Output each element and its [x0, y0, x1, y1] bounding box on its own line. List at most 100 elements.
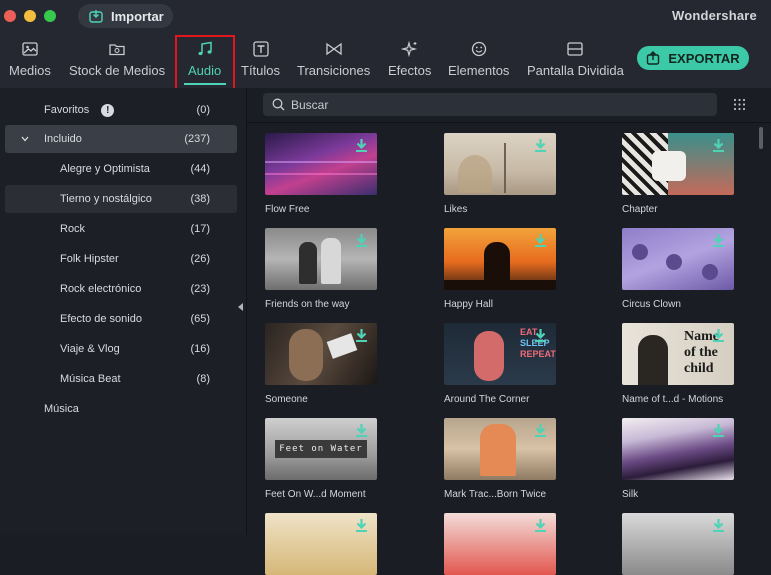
sidebar-item-folk-hipster[interactable]: Folk Hipster (26) [5, 245, 237, 273]
sidebar-item-tierno-y-nostalgico[interactable]: Tierno y nostálgico (38) [5, 185, 237, 213]
sidebar-item-rock-electronico[interactable]: Rock electrónico (23) [5, 275, 237, 303]
tab-label: Transiciones [297, 63, 371, 78]
download-icon[interactable] [356, 234, 367, 247]
sidebar-item-count: (16) [190, 343, 210, 355]
track-card-likes[interactable]: Likes [444, 133, 556, 215]
grid-view-icon[interactable] [733, 98, 746, 111]
download-icon[interactable] [713, 329, 724, 342]
sidebar-item-incluido[interactable]: Incluido (237) [5, 125, 237, 153]
tab-label: Efectos [388, 63, 432, 78]
track-thumbnail [622, 133, 734, 195]
download-icon[interactable] [535, 329, 546, 342]
download-icon[interactable] [535, 234, 546, 247]
download-icon[interactable] [713, 234, 724, 247]
track-thumbnail [444, 418, 556, 480]
download-icon[interactable] [535, 519, 546, 532]
export-button[interactable]: EXPORTAR [637, 46, 749, 70]
track-thumbnail: Feet on Water [265, 418, 377, 480]
tab-elementos[interactable]: Elementos [448, 40, 509, 78]
category-sidebar: Favoritos ! (0) Incluido (237) Alegre y … [0, 88, 247, 535]
track-card-silk[interactable]: Silk [622, 418, 734, 500]
track-card-circus-clown[interactable]: Circus Clown [622, 228, 734, 310]
sidebar-item-viaje-vlog[interactable]: Viaje & Vlog (16) [5, 335, 237, 363]
download-icon[interactable] [713, 424, 724, 437]
track-card[interactable] [444, 513, 556, 575]
download-icon[interactable] [535, 424, 546, 437]
sidebar-item-count: (65) [190, 313, 210, 325]
sidebar-item-alegre-y-optimista[interactable]: Alegre y Optimista (44) [5, 155, 237, 183]
track-card-mark-track-born-twice[interactable]: Mark Trac...Born Twice [444, 418, 556, 500]
transition-icon [325, 42, 342, 56]
track-card-feet-on-water[interactable]: Feet on Water Feet On W...d Moment [265, 418, 377, 500]
tab-label: Títulos [241, 63, 281, 78]
download-icon[interactable] [535, 139, 546, 152]
image-icon [22, 42, 38, 56]
tab-transiciones[interactable]: Transiciones [297, 40, 370, 78]
neon-sign-text: REPEAT [520, 349, 556, 359]
track-thumbnail [622, 228, 734, 290]
sparkle-icon [400, 40, 417, 58]
title-bar: Importar Wondershare [0, 0, 771, 34]
brand-label: Wondershare [671, 8, 757, 23]
close-window-button[interactable] [4, 10, 16, 22]
track-card-around-the-corner[interactable]: EAT SLEEP REPEAT Around The Corner [444, 323, 556, 405]
search-input[interactable]: Buscar [263, 93, 717, 116]
download-icon[interactable] [356, 139, 367, 152]
chevron-down-icon [21, 136, 29, 142]
sidebar-item-label: Favoritos [44, 104, 90, 116]
export-label: EXPORTAR [668, 50, 740, 66]
tab-efectos[interactable]: Efectos [388, 40, 431, 78]
track-card-friends-on-the-way[interactable]: Friends on the way [265, 228, 377, 310]
tab-stock-de-medios[interactable]: Stock de Medios [69, 40, 165, 78]
download-icon[interactable] [356, 329, 367, 342]
minimize-window-button[interactable] [24, 10, 36, 22]
track-card-name-of-the-child[interactable]: Name of the child Name of t...d - Motion… [622, 323, 734, 405]
track-title: Circus Clown [622, 299, 681, 310]
maximize-window-button[interactable] [44, 10, 56, 22]
collapse-sidebar-arrow-icon[interactable] [238, 303, 243, 311]
download-icon[interactable] [713, 519, 724, 532]
sidebar-item-label: Tierno y nostálgico [60, 193, 152, 205]
track-title: Silk [622, 489, 639, 500]
sidebar-item-rock[interactable]: Rock (17) [5, 215, 237, 243]
track-card-happy-hall[interactable]: Happy Hall [444, 228, 556, 310]
sidebar-item-musica-beat[interactable]: Música Beat (8) [5, 365, 237, 393]
import-button[interactable]: Importar [78, 4, 173, 28]
track-card[interactable] [622, 513, 734, 575]
track-card-someone[interactable]: Someone [265, 323, 377, 405]
download-icon[interactable] [356, 519, 367, 532]
track-thumbnail [265, 323, 377, 385]
scrollbar-thumb[interactable] [759, 127, 763, 149]
tab-label: Stock de Medios [69, 63, 166, 78]
search-placeholder: Buscar [291, 97, 329, 112]
tab-medios[interactable]: Medios [9, 40, 51, 78]
track-thumbnail [444, 133, 556, 195]
import-icon [89, 10, 103, 23]
sidebar-item-efecto-de-sonido[interactable]: Efecto de sonido (65) [5, 305, 237, 333]
track-thumbnail: EAT SLEEP REPEAT [444, 323, 556, 385]
track-title: Likes [444, 204, 468, 215]
track-card-chapter[interactable]: Chapter [622, 133, 734, 215]
sidebar-item-count: (8) [196, 373, 210, 385]
media-toolbar: Medios Stock de Medios Audio Títulos Tra… [0, 34, 771, 88]
track-card-flow-free[interactable]: Flow Free [265, 133, 377, 215]
info-icon: ! [101, 103, 115, 117]
sidebar-item-count: (17) [190, 223, 210, 235]
sidebar-item-favoritos[interactable]: Favoritos ! (0) [5, 96, 237, 124]
track-title: Name of t...d - Motions [622, 394, 724, 405]
sidebar-item-label: Música [44, 403, 79, 415]
track-thumbnail [444, 228, 556, 290]
track-thumbnail [265, 513, 377, 575]
track-thumbnail [622, 418, 734, 480]
track-thumbnail [622, 513, 734, 575]
thumbnail-title-text: Feet on Water [279, 444, 363, 454]
thumbnail-title-text: of the [684, 345, 718, 360]
sidebar-item-label: Rock electrónico [60, 283, 142, 295]
search-icon [272, 98, 285, 111]
tab-pantalla-dividida[interactable]: Pantalla Dividida [527, 40, 624, 78]
sidebar-item-musica[interactable]: Música [5, 395, 237, 423]
tab-titulos[interactable]: Títulos [241, 40, 280, 78]
download-icon[interactable] [713, 139, 724, 152]
track-card[interactable] [265, 513, 377, 575]
download-icon[interactable] [356, 424, 367, 437]
